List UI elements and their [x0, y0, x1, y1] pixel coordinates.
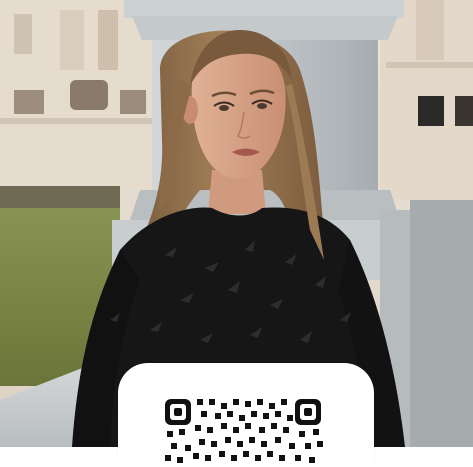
qr-code-icon	[165, 399, 327, 467]
qr-code-card	[118, 363, 374, 463]
